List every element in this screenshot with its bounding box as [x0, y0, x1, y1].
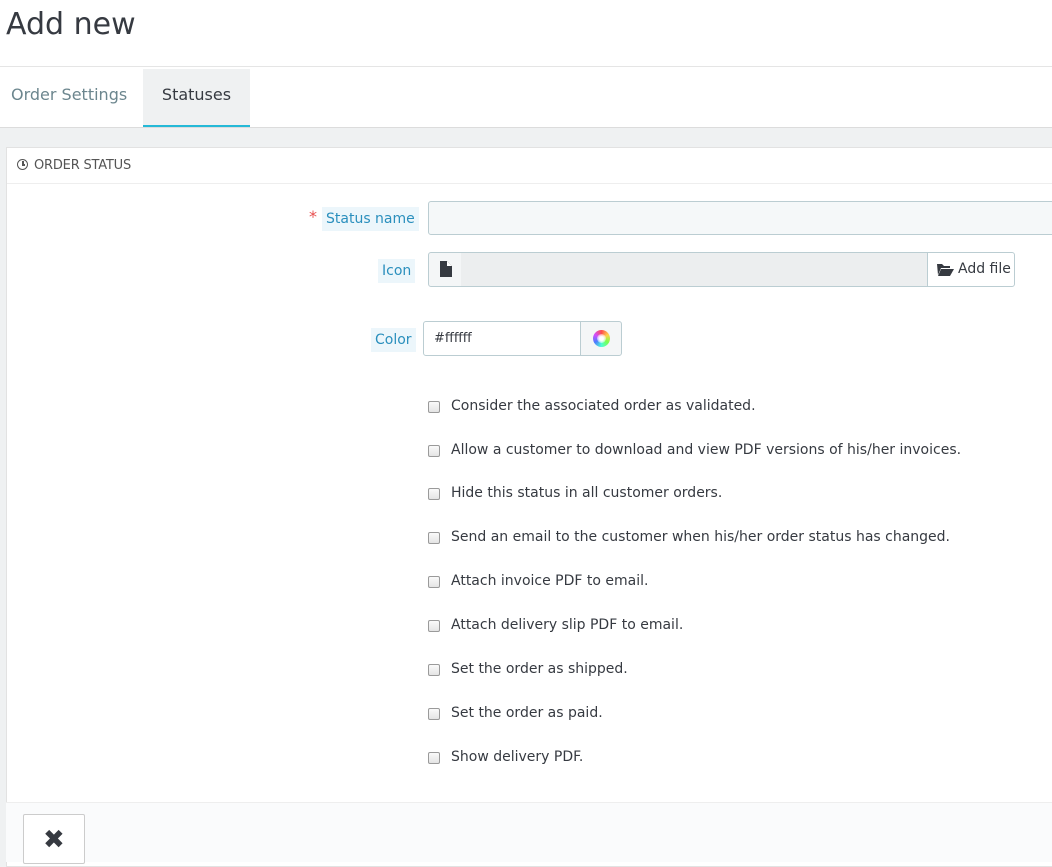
header-divider — [0, 66, 1052, 67]
option-label: Allow a customer to download and view PD… — [451, 442, 962, 458]
option-label: Set the order as paid. — [451, 705, 603, 721]
icon-label: Icon — [378, 259, 416, 283]
add-file-button[interactable]: Add file — [927, 252, 1015, 287]
clock-icon — [17, 159, 28, 170]
option-label: Consider the associated order as validat… — [451, 398, 756, 414]
option-label: Send an email to the customer when his/h… — [451, 529, 951, 545]
panel-heading: ORDER STATUS — [7, 148, 1052, 184]
checkbox[interactable] — [428, 664, 440, 676]
option-label: Hide this status in all customer orders. — [451, 485, 723, 501]
option-label: Show delivery PDF. — [451, 749, 584, 765]
tab-order-settings[interactable]: Order Settings — [0, 69, 143, 128]
panel-title: ORDER STATUS — [34, 158, 132, 173]
status-name-label: Status name — [322, 207, 419, 231]
required-marker: * — [309, 207, 317, 226]
checkbox[interactable] — [428, 752, 440, 764]
color-wheel-icon — [593, 330, 610, 347]
option-label: Attach delivery slip PDF to email. — [451, 617, 684, 633]
checkbox[interactable] — [428, 401, 440, 413]
color-input[interactable]: #ffffff — [423, 321, 581, 356]
checkbox[interactable] — [428, 708, 440, 720]
panel-footer: ✖ — [6, 802, 1052, 864]
icon-file-display[interactable] — [461, 252, 928, 287]
cancel-button[interactable]: ✖ — [23, 814, 85, 864]
header-bottom-border — [0, 127, 1052, 128]
tab-statuses[interactable]: Statuses — [143, 69, 250, 128]
checkbox[interactable] — [428, 532, 440, 544]
option-label: Set the order as shipped. — [451, 661, 628, 677]
checkbox[interactable] — [428, 620, 440, 632]
color-label: Color — [371, 328, 416, 352]
option-label: Attach invoice PDF to email. — [451, 573, 649, 589]
checkbox[interactable] — [428, 445, 440, 457]
close-icon: ✖ — [43, 825, 65, 855]
checkbox[interactable] — [428, 488, 440, 500]
add-file-label: Add file — [958, 261, 1011, 277]
page-title: Add new — [6, 7, 136, 42]
status-name-input[interactable] — [428, 201, 1052, 235]
folder-open-icon — [937, 264, 954, 276]
checkbox[interactable] — [428, 576, 440, 588]
color-picker-button[interactable] — [580, 321, 622, 356]
page-header: Add new Order Settings Statuses — [0, 0, 1052, 128]
file-icon — [428, 252, 462, 287]
